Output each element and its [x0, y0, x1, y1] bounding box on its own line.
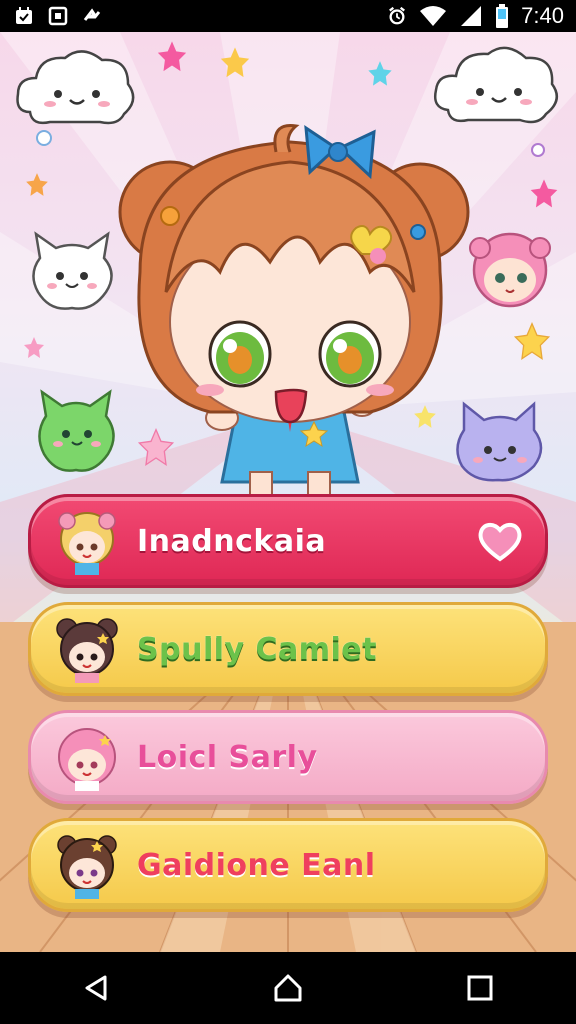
menu-item-2[interactable]: Spully Camiet: [28, 602, 548, 696]
heart-icon[interactable]: [477, 519, 523, 565]
star-icon: [368, 61, 392, 86]
blonde-girl-avatar-icon: [58, 512, 116, 575]
status-bar: 7:40: [0, 0, 576, 32]
cast-icon: [82, 6, 102, 26]
star-icon: [530, 179, 558, 208]
brown-hair-girl-avatar-icon: [57, 835, 117, 899]
alarm-icon: [387, 6, 407, 26]
menu-item-label: Inadnckaia: [137, 523, 327, 559]
menu-item-label: Loicl Sarly: [137, 739, 318, 775]
chibi-girl-character: [118, 124, 470, 502]
calendar-icon: [14, 6, 34, 26]
recents-button[interactable]: [450, 958, 510, 1018]
home-icon: [274, 974, 302, 1002]
menu-item-3[interactable]: Loicl Sarly: [28, 710, 548, 804]
screenshot-icon: [48, 6, 68, 26]
navigation-bar: [0, 952, 576, 1024]
star-icon: [157, 41, 187, 72]
brown-bun-girl-avatar-icon: [56, 618, 118, 683]
game-screen: Inadnckaia Spully Camiet Loicl Sarly Gai…: [0, 32, 576, 952]
star-icon: [513, 322, 551, 361]
menu-item-1[interactable]: Inadnckaia: [28, 494, 548, 588]
menu-item-4[interactable]: Gaidione Eanl: [28, 818, 548, 912]
star-icon: [24, 337, 44, 358]
recents-icon: [467, 975, 493, 1001]
signal-icon: [459, 6, 483, 26]
clock-time: 7:40: [521, 3, 564, 28]
home-button[interactable]: [258, 958, 318, 1018]
menu-item-label: Spully Camiet: [137, 631, 377, 667]
star-icon: [220, 47, 250, 78]
pink-hair-girl-avatar-icon: [58, 728, 116, 791]
battery-icon: [495, 4, 509, 28]
menu-item-label: Gaidione Eanl: [137, 847, 376, 883]
star-icon: [26, 173, 48, 196]
back-button[interactable]: [66, 958, 126, 1018]
wifi-icon: [419, 6, 447, 26]
back-icon: [85, 975, 107, 1001]
